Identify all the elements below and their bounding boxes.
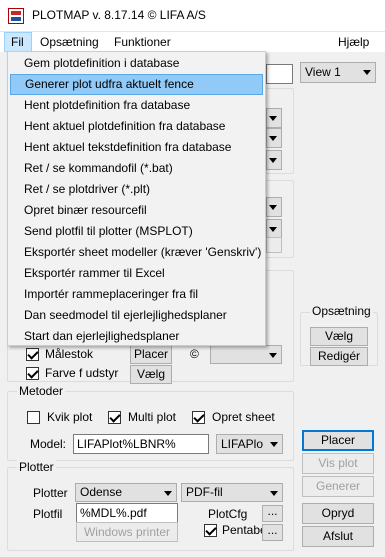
multi-plot-checkbox[interactable] — [108, 411, 121, 424]
menu-hjaelp[interactable]: Hjælp — [332, 32, 375, 52]
plotfil-input[interactable]: %MDL%.pdf — [76, 503, 178, 523]
placer-small-button[interactable]: Placer — [130, 345, 172, 364]
menu-bar: Fil Opsætning Funktioner Hjælp — [0, 32, 385, 52]
menu-item-start-ejerlejlighedsplaner[interactable]: Start dan ejerlejlighedsplaner — [10, 326, 263, 347]
opsaetning-rediger-button[interactable]: Redigér — [310, 347, 368, 366]
fil-dropdown-menu: Gem plotdefinition i database Generer pl… — [7, 51, 266, 346]
plotfil-label: Plotfil — [33, 507, 63, 521]
opret-sheet-checkbox[interactable] — [192, 411, 205, 424]
kvik-plot-label: Kvik plot — [47, 410, 93, 424]
malestok-checkbox[interactable] — [26, 348, 39, 361]
plotter-title: Plotter — [17, 460, 56, 474]
plotter-label: Plotter — [33, 486, 68, 500]
format-combo-value: PDF-fil — [186, 485, 223, 499]
menu-item-opret-resourcefil[interactable]: Opret binær resourcefil — [10, 200, 263, 221]
menu-opsaetning[interactable]: Opsætning — [34, 32, 105, 52]
menu-item-hent-aktuel-plotdefinition[interactable]: Hent aktuel plotdefinition fra database — [10, 116, 263, 137]
opret-sheet-label: Opret sheet — [212, 410, 275, 424]
pentabel-browse-button[interactable]: ... — [262, 524, 283, 541]
app-icon — [8, 8, 24, 24]
opsaetning-title: Opsætning — [310, 304, 373, 318]
model-combo[interactable]: LIFAPlo — [216, 434, 283, 454]
multi-plot-label: Multi plot — [128, 410, 177, 424]
afslut-button[interactable]: Afslut — [302, 526, 374, 547]
menu-item-eksporter-rammer[interactable]: Eksportér rammer til Excel — [10, 263, 263, 284]
copyright-combo[interactable] — [210, 345, 282, 364]
partial-combo-3[interactable] — [266, 150, 282, 170]
farve-label: Farve f udstyr — [45, 366, 119, 380]
partial-textbox[interactable] — [266, 64, 293, 84]
copyright-label: © — [190, 347, 199, 361]
kvik-plot-checkbox[interactable] — [27, 411, 40, 424]
menu-item-gem-plotdefinition[interactable]: Gem plotdefinition i database — [10, 53, 263, 74]
title-bar: PLOTMAP v. 8.17.14 © LIFA A/S — [0, 0, 385, 32]
windows-printer-button[interactable]: Windows printer — [76, 522, 178, 542]
partial-button[interactable] — [266, 237, 282, 253]
view-combo[interactable]: View 1 — [300, 62, 376, 83]
model-input[interactable]: LIFAPlot%LBNR% — [73, 434, 209, 454]
opryd-button[interactable]: Opryd — [302, 503, 374, 524]
menu-item-plotdriver[interactable]: Ret / se plotdriver (*.plt) — [10, 179, 263, 200]
generer-button[interactable]: Generer — [302, 476, 374, 497]
menu-fil[interactable]: Fil — [4, 32, 32, 52]
partial-combo-1[interactable] — [266, 108, 282, 128]
plotter-combo[interactable]: Odense — [75, 483, 177, 502]
menu-funktioner[interactable]: Funktioner — [108, 32, 177, 52]
menu-item-importer-rammeplaceringer[interactable]: Importér rammeplaceringer fra fil — [10, 284, 263, 305]
model-label: Model: — [30, 437, 67, 451]
vaelg-small-button[interactable]: Vælg — [130, 365, 172, 384]
menu-item-generer-plot[interactable]: Generer plot udfra aktuelt fence — [10, 74, 263, 95]
pentabel-checkbox[interactable] — [204, 524, 217, 537]
partial-combo-4[interactable] — [266, 197, 282, 217]
menu-item-hent-plotdefinition[interactable]: Hent plotdefinition fra database — [10, 95, 263, 116]
menu-item-hent-aktuel-tekstdefinition[interactable]: Hent aktuel tekstdefinition fra database — [10, 137, 263, 158]
plotcfg-label: PlotCfg — [208, 507, 248, 521]
partial-combo-2[interactable] — [266, 128, 282, 148]
window-title: PLOTMAP v. 8.17.14 © LIFA A/S — [32, 8, 206, 22]
malestok-label: Målestok — [45, 347, 94, 361]
plotcfg-browse-button[interactable]: ... — [262, 505, 283, 522]
placer-button[interactable]: Placer — [302, 430, 374, 451]
view-combo-value: View 1 — [305, 65, 341, 79]
plotter-combo-value: Odense — [80, 485, 123, 499]
menu-item-eksporter-sheet[interactable]: Eksportér sheet modeller (kræver 'Genskr… — [10, 242, 263, 263]
metoder-title: Metoder — [17, 384, 66, 398]
vis-plot-button[interactable]: Vis plot — [302, 453, 374, 474]
partial-combo-5[interactable] — [266, 219, 282, 239]
menu-item-dan-seedmodel[interactable]: Dan seedmodel til ejerlejlighedsplaner — [10, 305, 263, 326]
menu-item-send-plotfil[interactable]: Send plotfil til plotter (MSPLOT) — [10, 221, 263, 242]
model-combo-value: LIFAPlo — [221, 437, 264, 451]
format-combo[interactable]: PDF-fil — [181, 483, 283, 502]
farve-checkbox[interactable] — [26, 367, 39, 380]
opsaetning-vaelg-button[interactable]: Vælg — [310, 327, 368, 346]
menu-item-kommandofil[interactable]: Ret / se kommandofil (*.bat) — [10, 158, 263, 179]
